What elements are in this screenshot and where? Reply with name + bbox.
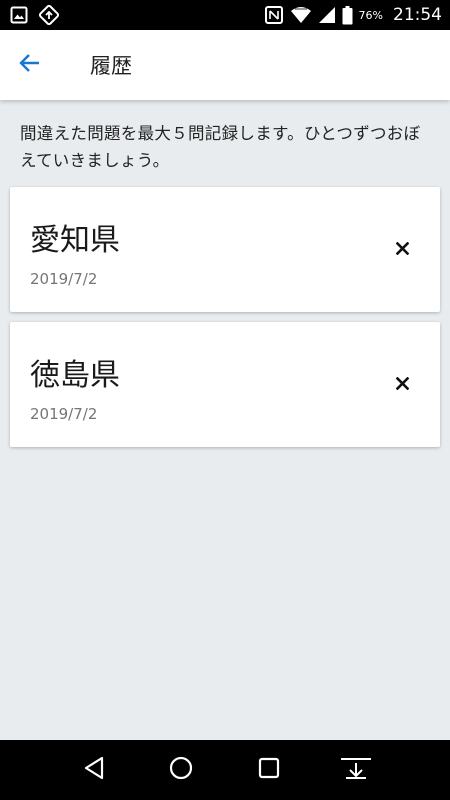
recents-square-icon xyxy=(258,757,280,783)
nav-hide-button[interactable] xyxy=(336,750,376,790)
signal-icon xyxy=(318,6,336,24)
back-triangle-icon xyxy=(83,756,105,784)
app-bar: 履歴 xyxy=(0,30,450,100)
back-button[interactable] xyxy=(0,30,60,100)
hide-bar-icon xyxy=(340,756,372,784)
battery-icon xyxy=(342,5,353,25)
history-list: 愛知県 2019/7/2 徳島県 2019/7/2 xyxy=(10,187,440,457)
status-left xyxy=(10,4,60,26)
system-nav-bar xyxy=(0,740,450,800)
delete-button[interactable] xyxy=(390,372,414,396)
nav-recents-button[interactable] xyxy=(249,750,289,790)
close-icon xyxy=(395,375,409,394)
sync-app-icon xyxy=(38,4,60,26)
home-circle-icon xyxy=(169,756,193,784)
delete-button[interactable] xyxy=(390,237,414,261)
status-bar: 76% 21:54 xyxy=(0,0,450,30)
close-icon xyxy=(395,240,409,259)
nfc-icon xyxy=(264,5,284,25)
history-card-date: 2019/7/2 xyxy=(30,405,98,423)
page-title: 履歴 xyxy=(90,54,132,78)
battery-percent: 76% xyxy=(358,8,383,22)
nav-back-button[interactable] xyxy=(74,750,114,790)
status-right: 76% 21:54 xyxy=(264,5,442,25)
description-text: 間違えた問題を最大５問記録します。ひとつずつおぼえていきましょう。 xyxy=(20,124,421,170)
image-icon xyxy=(10,6,28,24)
history-card-title: 愛知県 xyxy=(30,223,120,258)
clock: 21:54 xyxy=(393,5,442,25)
history-card[interactable]: 愛知県 2019/7/2 xyxy=(10,187,440,312)
main-content: 間違えた問題を最大５問記録します。ひとつずつおぼえていきましょう。 愛知県 20… xyxy=(0,100,450,740)
history-card[interactable]: 徳島県 2019/7/2 xyxy=(10,322,440,447)
history-card-date: 2019/7/2 xyxy=(30,270,98,288)
wifi-icon xyxy=(290,6,312,24)
arrow-back-icon xyxy=(19,53,41,77)
nav-home-button[interactable] xyxy=(161,750,201,790)
history-card-title: 徳島県 xyxy=(30,358,120,393)
